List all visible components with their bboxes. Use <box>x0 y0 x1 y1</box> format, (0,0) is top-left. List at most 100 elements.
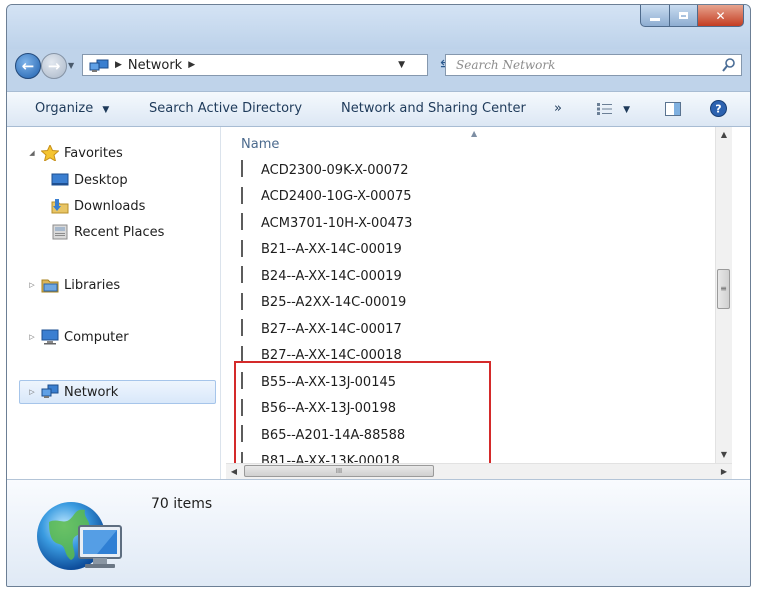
nav-computer[interactable]: ▷ Computer <box>27 326 129 348</box>
network-icon <box>41 384 59 400</box>
network-sharing-center-button[interactable]: Network and Sharing Center <box>341 92 526 126</box>
list-item[interactable]: B56--A-XX-13J-00198 <box>238 396 396 422</box>
nav-favorites-label: Favorites <box>64 145 123 161</box>
nav-downloads[interactable]: Downloads <box>51 195 145 217</box>
list-item[interactable]: ACD2300-09K-X-00072 <box>238 157 409 183</box>
server-icon <box>238 239 253 259</box>
preview-pane-button[interactable] <box>665 92 681 126</box>
forward-button[interactable]: → <box>41 53 67 79</box>
list-item-name: B27--A-XX-14C-00018 <box>261 348 402 363</box>
horizontal-scrollbar[interactable]: ◀ III ▶ <box>226 463 732 479</box>
scroll-up-icon[interactable]: ▲ <box>716 127 732 143</box>
list-item-name: ACM3701-10H-X-00473 <box>261 215 413 231</box>
organize-button[interactable]: Organize ▼ <box>35 92 109 126</box>
search-icon[interactable] <box>721 57 737 73</box>
navigation-pane: ◢ Favorites Desktop Downloads Recent Pla… <box>7 127 221 479</box>
item-count: 70 items <box>151 496 213 512</box>
list-item[interactable]: B55--A-XX-13J-00145 <box>238 369 396 395</box>
list-item[interactable]: B24--A-XX-14C-00019 <box>238 263 402 289</box>
search-active-directory-button[interactable]: Search Active Directory <box>149 92 302 126</box>
desktop-icon <box>51 172 69 188</box>
list-item[interactable]: B81--A-XX-13K-00018 <box>238 449 400 463</box>
server-icon <box>238 266 253 285</box>
scroll-thumb[interactable]: ≡ <box>717 269 730 309</box>
close-button[interactable]: ✕ <box>698 5 744 27</box>
server-icon <box>238 186 253 206</box>
svg-text:?: ? <box>715 103 721 116</box>
list-item-name: B55--A-XX-13J-00145 <box>261 374 397 390</box>
search-input[interactable] <box>456 56 706 74</box>
nav-recent-places[interactable]: Recent Places <box>51 221 164 243</box>
scroll-left-icon[interactable]: ◀ <box>226 464 242 479</box>
list-item[interactable]: B21--A-XX-14C-00019 <box>238 237 402 263</box>
server-icon <box>238 451 253 463</box>
vertical-scrollbar[interactable]: ▲ ≡ ▼ <box>715 127 732 463</box>
file-list: Name ▲ ACD2300-09K-X-00072 ACD2400-10G-X-… <box>226 127 732 463</box>
title-bar: ✕ <box>7 5 750 49</box>
recent-pages-dropdown[interactable]: ▼ <box>68 61 74 70</box>
nav-recent-places-label: Recent Places <box>74 224 165 240</box>
back-button[interactable]: ← <box>15 53 41 79</box>
nav-libraries[interactable]: ▷ Libraries <box>27 274 120 296</box>
list-item-name: ACD2400-10G-X-00075 <box>261 189 412 204</box>
help-button[interactable]: ? <box>710 92 727 126</box>
view-icon <box>597 102 612 115</box>
change-view-button[interactable]: ▼ <box>597 92 630 126</box>
list-item[interactable]: B65--A201-14A-88588 <box>238 422 405 448</box>
scroll-right-icon[interactable]: ▶ <box>716 464 732 479</box>
minimize-icon <box>650 17 660 21</box>
nav-network-label: Network <box>64 384 119 400</box>
nav-desktop[interactable]: Desktop <box>51 169 128 191</box>
list-item[interactable]: B27--A-XX-14C-00017 <box>238 316 402 342</box>
list-item-name: B65--A201-14A-88588 <box>261 427 406 443</box>
nav-favorites[interactable]: ◢ Favorites <box>27 142 123 164</box>
organize-label: Organize <box>35 101 94 116</box>
window-controls: ✕ <box>640 5 744 29</box>
collapse-arrow-icon[interactable]: ◢ <box>27 149 37 157</box>
preview-pane-icon <box>665 101 681 116</box>
expand-arrow-icon[interactable]: ▷ <box>27 388 37 396</box>
downloads-folder-icon <box>51 198 69 214</box>
command-bar: Organize ▼ Search Active Directory Netwo… <box>7 91 750 127</box>
details-pane: 70 items <box>7 479 750 586</box>
scroll-down-icon[interactable]: ▼ <box>716 447 732 463</box>
chevron-down-icon: ▼ <box>623 105 631 115</box>
list-item[interactable]: B27--A-XX-14C-00018 <box>238 343 402 369</box>
address-dropdown-icon[interactable]: ▼ <box>398 60 405 70</box>
network-icon <box>89 59 109 72</box>
breadcrumb-separator-icon: ▶ <box>115 60 122 70</box>
server-icon <box>238 345 253 365</box>
nav-computer-label: Computer <box>64 329 129 345</box>
chevron-down-icon: ▼ <box>102 105 110 115</box>
address-bar[interactable]: ▶ Network ▶ ▼ <box>82 54 428 76</box>
server-icon <box>238 425 253 444</box>
scroll-thumb[interactable]: III <box>244 465 434 477</box>
list-item-name: B81--A-XX-13K-00018 <box>261 454 400 463</box>
minimize-button[interactable] <box>640 5 670 27</box>
expand-arrow-icon[interactable]: ▷ <box>27 281 37 289</box>
maximize-button[interactable] <box>670 5 698 27</box>
list-item[interactable]: ACD2400-10G-X-00075 <box>238 184 412 210</box>
list-item-name: B56--A-XX-13J-00198 <box>261 401 397 416</box>
address-row: ← → ▼ ▶ Network ▶ ▼ ⇆ <box>7 51 750 81</box>
breadcrumb-network[interactable]: Network <box>128 58 182 73</box>
sort-arrow-icon: ▲ <box>471 129 478 138</box>
breadcrumb-separator-icon[interactable]: ▶ <box>188 60 195 70</box>
nav-desktop-label: Desktop <box>74 172 128 188</box>
search-box <box>445 54 742 76</box>
close-icon: ✕ <box>715 8 726 23</box>
help-icon: ? <box>710 100 727 117</box>
nav-network[interactable]: ▷ Network <box>27 381 118 403</box>
arrow-left-icon: ← <box>21 57 35 75</box>
list-item[interactable]: B25--A2XX-14C-00019 <box>238 290 406 316</box>
list-item-name: B24--A-XX-14C-00019 <box>261 268 402 284</box>
server-icon <box>238 213 253 232</box>
computer-icon <box>41 329 59 345</box>
server-icon <box>238 398 253 418</box>
expand-arrow-icon[interactable]: ▷ <box>27 333 37 341</box>
list-item[interactable]: ACM3701-10H-X-00473 <box>238 210 412 236</box>
network-globe-icon <box>37 502 122 570</box>
star-icon <box>40 143 60 163</box>
more-commands-button[interactable]: » <box>554 92 562 126</box>
column-header-name[interactable]: Name <box>241 137 279 152</box>
